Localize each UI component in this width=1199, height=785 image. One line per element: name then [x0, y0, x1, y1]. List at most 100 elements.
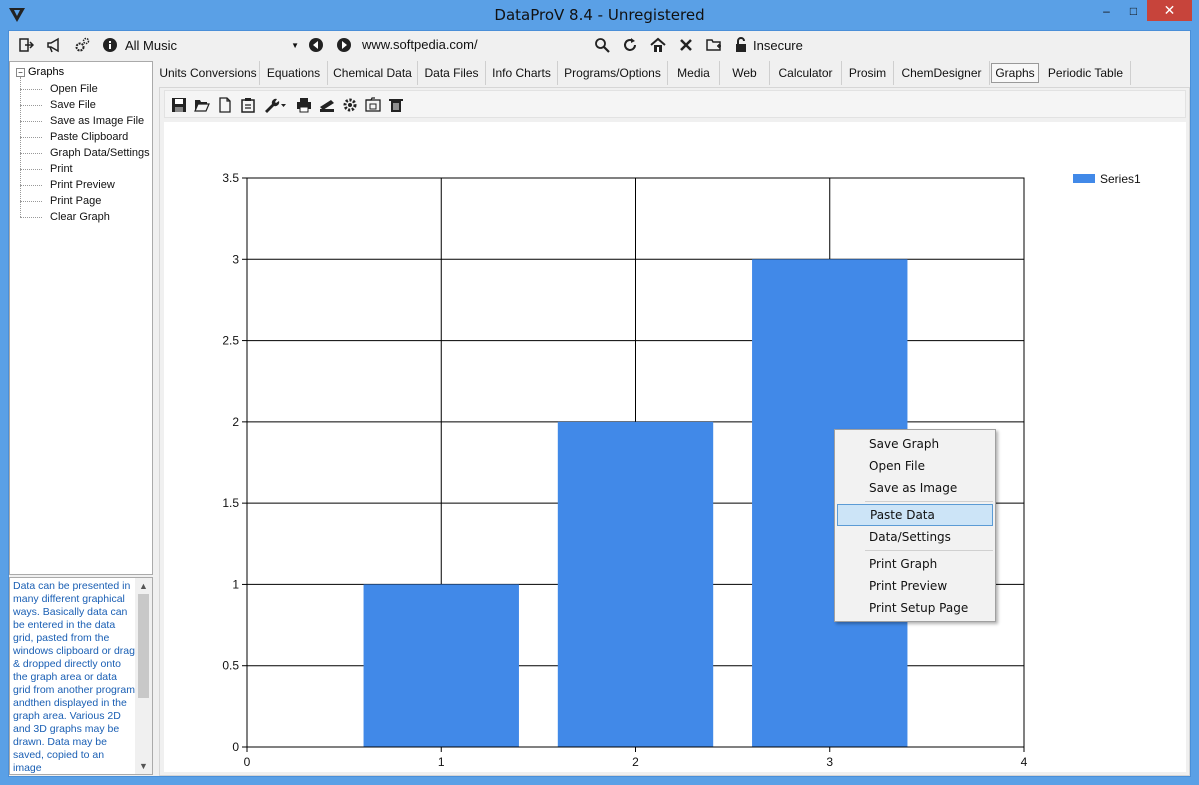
tab-calculator[interactable]: Calculator — [770, 61, 842, 85]
tree-item-label: Print — [50, 163, 73, 175]
music-combo[interactable]: All Music ▼ — [125, 35, 301, 55]
gear-icon[interactable] — [341, 96, 359, 114]
tab-periodic-table[interactable]: Periodic Table — [1041, 61, 1131, 85]
graph-toolbar — [164, 90, 1186, 118]
gears-icon[interactable] — [74, 35, 90, 55]
image-file-icon[interactable] — [364, 96, 382, 114]
navigation-tree: − Graphs Open File Save File Save as Imag… — [9, 61, 153, 575]
tree-item-save-image[interactable]: Save as Image File — [20, 113, 144, 129]
tree-root-graphs[interactable]: − Graphs — [16, 66, 64, 78]
title-bar: DataProV 8.4 - Unregistered – □ ✕ — [0, 0, 1199, 30]
megaphone-icon[interactable] — [46, 35, 62, 55]
scroll-down-icon[interactable]: ▼ — [135, 758, 152, 774]
tree-item-clear-graph[interactable]: Clear Graph — [20, 209, 110, 225]
tree-item-label: Print Page — [50, 195, 102, 207]
legend-label: Series1 — [1100, 172, 1141, 186]
collapse-icon[interactable]: − — [16, 67, 25, 77]
tree-item-open-file[interactable]: Open File — [20, 81, 98, 97]
menu-item-save-as-image[interactable]: Save as Image — [837, 477, 993, 499]
x-tick-label: 3 — [826, 755, 833, 769]
help-text-box[interactable]: Data can be presented in many different … — [9, 577, 153, 775]
x-tick-label: 4 — [1021, 755, 1028, 769]
scroll-up-icon[interactable]: ▲ — [135, 578, 152, 594]
back-icon[interactable] — [308, 35, 324, 55]
menu-separator — [865, 501, 993, 502]
printer-icon[interactable] — [295, 96, 313, 114]
clipboard-icon[interactable] — [239, 96, 257, 114]
new-file-icon[interactable] — [216, 96, 234, 114]
window-title: DataProV 8.4 - Unregistered — [494, 6, 705, 24]
menu-item-paste-data[interactable]: Paste Data — [837, 504, 993, 526]
tree-item-graph-settings[interactable]: Graph Data/Settings — [20, 145, 150, 161]
tab-media[interactable]: Media — [668, 61, 720, 85]
help-scrollbar[interactable]: ▲ ▼ — [135, 578, 152, 774]
menu-item-open-file[interactable]: Open File — [837, 455, 993, 477]
menu-item-save-graph[interactable]: Save Graph — [837, 433, 993, 455]
x-tick-label: 1 — [438, 755, 445, 769]
tree-item-label: Save as Image File — [50, 115, 145, 127]
tab-programs-options[interactable]: Programs/Options — [558, 61, 668, 85]
tab-info-charts[interactable]: Info Charts — [486, 61, 558, 85]
tree-item-paste-clipboard[interactable]: Paste Clipboard — [20, 129, 128, 145]
tree-item-save-file[interactable]: Save File — [20, 97, 96, 113]
tree-item-print-page[interactable]: Print Page — [20, 193, 101, 209]
tab-data-files[interactable]: Data Files — [418, 61, 486, 85]
tab-equations[interactable]: Equations — [260, 61, 328, 85]
minimize-button[interactable]: – — [1093, 0, 1120, 21]
bar — [557, 421, 714, 747]
legend-swatch — [1073, 174, 1095, 183]
search-icon[interactable] — [594, 35, 610, 55]
tree-item-label: Graph Data/Settings — [50, 147, 150, 159]
scanner-icon[interactable] — [318, 96, 336, 114]
x-tick-label: 0 — [244, 755, 251, 769]
y-tick-label: 2.5 — [222, 334, 239, 348]
tab-units-conversions[interactable]: Units Conversions — [157, 61, 260, 85]
tree-item-label: Open File — [50, 83, 98, 95]
y-tick-label: 0.5 — [222, 659, 239, 673]
tree-item-print[interactable]: Print — [20, 161, 73, 177]
tree-item-label: Paste Clipboard — [50, 131, 129, 143]
main-tabs: Units Conversions Equations Chemical Dat… — [157, 61, 1190, 85]
chart-area[interactable]: 0 0.5 1 1.5 2 2.5 3 3.5 0 1 2 3 4 Series1 — [164, 122, 1186, 772]
chevron-down-icon[interactable]: ▼ — [291, 41, 299, 50]
top-toolbar: All Music ▼ www.softpedia.com/ Insecure — [9, 31, 1190, 59]
menu-item-data-settings[interactable]: Data/Settings — [837, 526, 993, 548]
tree-item-label: Save File — [50, 99, 96, 111]
tree-item-label: Print Preview — [50, 179, 115, 191]
main-window: All Music ▼ www.softpedia.com/ Insecure −… — [8, 30, 1191, 777]
maximize-button[interactable]: □ — [1120, 0, 1147, 21]
lock-icon — [733, 35, 749, 55]
menu-item-print-setup-page[interactable]: Print Setup Page — [837, 597, 993, 619]
y-tick-label: 3.5 — [222, 171, 239, 185]
tree-root-label: Graphs — [28, 66, 65, 78]
url-field[interactable]: www.softpedia.com/ — [362, 37, 478, 52]
tree-item-label: Clear Graph — [50, 211, 110, 223]
bar-chart[interactable]: 0 0.5 1 1.5 2 2.5 3 3.5 0 1 2 3 4 Series1 — [164, 122, 1186, 772]
tab-chemdesigner[interactable]: ChemDesigner — [894, 61, 990, 85]
menu-separator — [865, 550, 993, 551]
menu-item-print-graph[interactable]: Print Graph — [837, 553, 993, 575]
context-menu: Save Graph Open File Save as Image Paste… — [834, 429, 996, 622]
tab-prosim[interactable]: Prosim — [842, 61, 894, 85]
y-tick-label: 1.5 — [222, 496, 239, 510]
folder-add-icon[interactable] — [706, 35, 722, 55]
forward-icon[interactable] — [336, 35, 352, 55]
scroll-thumb[interactable] — [138, 594, 149, 698]
exit-icon[interactable] — [18, 35, 34, 55]
tab-web[interactable]: Web — [720, 61, 770, 85]
tab-graphs[interactable]: Graphs — [991, 63, 1039, 83]
graphs-panel: 0 0.5 1 1.5 2 2.5 3 3.5 0 1 2 3 4 Series1 — [159, 87, 1190, 776]
info-icon[interactable] — [102, 35, 118, 55]
bar — [363, 584, 519, 747]
refresh-icon[interactable] — [622, 35, 638, 55]
tab-chemical-data[interactable]: Chemical Data — [328, 61, 418, 85]
tree-item-print-preview[interactable]: Print Preview — [20, 177, 115, 193]
wrench-icon[interactable] — [262, 96, 288, 114]
save-icon[interactable] — [170, 96, 188, 114]
close-button[interactable]: ✕ — [1147, 0, 1192, 21]
trash-icon[interactable] — [387, 96, 405, 114]
open-folder-icon[interactable] — [193, 96, 211, 114]
stop-icon[interactable] — [678, 35, 694, 55]
home-icon[interactable] — [650, 35, 666, 55]
menu-item-print-preview[interactable]: Print Preview — [837, 575, 993, 597]
